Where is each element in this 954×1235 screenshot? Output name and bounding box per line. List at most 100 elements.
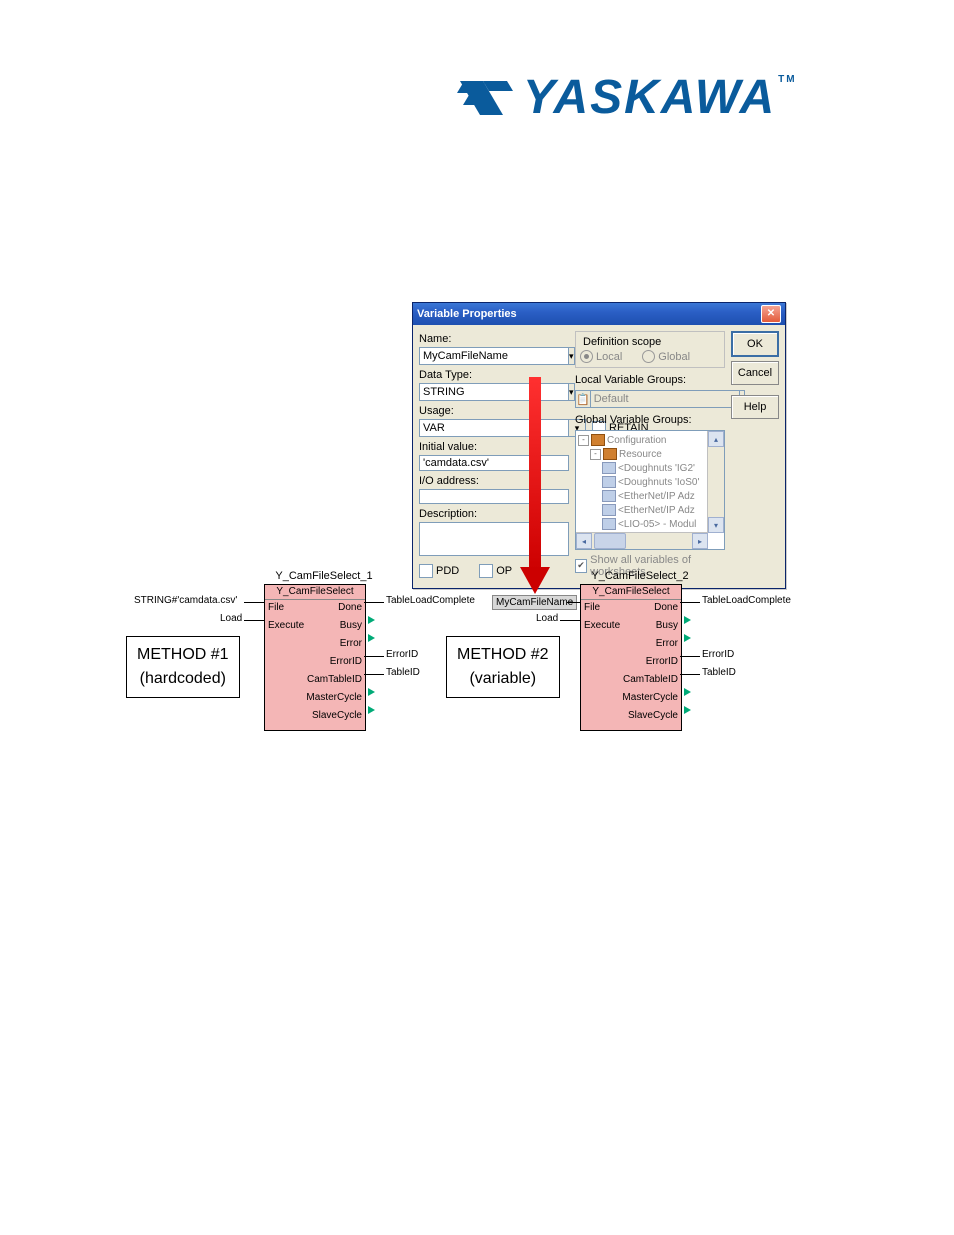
scroll-thumb[interactable] — [594, 533, 626, 549]
method1-annotation: METHOD #1 (hardcoded) — [126, 636, 240, 698]
green-arrow-icon — [684, 616, 691, 624]
instance-label: Y_CamFileSelect_2 — [590, 570, 690, 582]
wire — [680, 656, 700, 657]
help-button[interactable]: Help — [731, 395, 779, 419]
port-execute: Execute — [584, 620, 620, 631]
name-dropdown-icon[interactable] — [569, 347, 575, 365]
method1-title: METHOD #1 — [137, 643, 229, 667]
tree-item[interactable]: <Doughnuts 'IoS0' — [618, 477, 699, 488]
cancel-button[interactable]: Cancel — [731, 361, 779, 385]
item-icon — [602, 476, 616, 488]
close-icon[interactable]: ✕ — [761, 305, 781, 323]
wire — [364, 602, 384, 603]
item-icon — [602, 504, 616, 516]
datatype-input[interactable] — [419, 383, 569, 401]
variable-properties-dialog: Variable Properties ✕ Name: Data Type: U… — [412, 302, 786, 589]
local-group-input — [590, 390, 740, 408]
method2-title: METHOD #2 — [457, 643, 549, 667]
scope-global-label: Global — [658, 351, 690, 363]
logo-icon — [455, 73, 515, 123]
initial-value-input[interactable] — [419, 455, 569, 471]
port-error: Error — [656, 638, 678, 649]
tree-item[interactable]: <LIO-05> - Modul — [618, 519, 696, 530]
port-slavecycle: SlaveCycle — [312, 710, 362, 721]
port-done: Done — [338, 602, 362, 613]
port-error: Error — [340, 638, 362, 649]
green-arrow-icon — [684, 688, 691, 696]
tree-scrollbar-horizontal[interactable]: ◂ ▸ — [576, 532, 708, 549]
scroll-right-icon[interactable]: ▸ — [692, 533, 708, 549]
tree-item[interactable]: <EtherNet/IP Adz — [618, 491, 695, 502]
io-label: I/O address: — [419, 475, 569, 487]
wire — [680, 674, 700, 675]
green-arrow-icon — [368, 616, 375, 624]
green-arrow-icon — [368, 634, 375, 642]
description-textarea[interactable] — [419, 522, 569, 556]
method1-sub: (hardcoded) — [137, 667, 229, 691]
wire — [560, 620, 580, 621]
scope-global-radio[interactable] — [642, 350, 655, 363]
tree-scrollbar-vertical[interactable]: ▴ ▾ — [707, 431, 724, 533]
green-arrow-icon — [368, 706, 375, 714]
port-file: File — [584, 602, 600, 613]
ok-button[interactable]: OK — [731, 331, 779, 357]
tree-item[interactable]: <Doughnuts 'IG2' — [618, 463, 695, 474]
port-busy: Busy — [340, 620, 362, 631]
datatype-label: Data Type: — [419, 369, 569, 381]
wire-label-done: TableLoadComplete — [702, 595, 791, 606]
method2-sub: (variable) — [457, 667, 549, 691]
wire-label-errorid: ErrorID — [386, 649, 418, 660]
scroll-left-icon[interactable]: ◂ — [576, 533, 592, 549]
name-input[interactable] — [419, 347, 569, 365]
fb-type-label: Y_CamFileSelect — [265, 585, 365, 600]
item-icon — [602, 490, 616, 502]
port-done: Done — [654, 602, 678, 613]
instance-label: Y_CamFileSelect_1 — [274, 570, 374, 582]
wire — [244, 602, 264, 603]
port-slavecycle: SlaveCycle — [628, 710, 678, 721]
global-groups-label: Global Variable Groups: — [575, 414, 725, 426]
green-arrow-icon — [368, 688, 375, 696]
usage-input[interactable] — [419, 419, 569, 437]
scope-local-radio[interactable] — [580, 350, 593, 363]
usage-label: Usage: — [419, 405, 569, 417]
datatype-dropdown-icon[interactable] — [569, 383, 575, 401]
port-camtableid: CamTableID — [307, 674, 362, 685]
port-file: File — [268, 602, 284, 613]
logo-text: YASKAWA — [523, 70, 776, 125]
titlebar[interactable]: Variable Properties ✕ — [413, 303, 785, 325]
port-execute: Execute — [268, 620, 304, 631]
scroll-up-icon[interactable]: ▴ — [708, 431, 724, 447]
variable-reference[interactable]: MyCamFileName — [492, 595, 577, 610]
wire-label-done: TableLoadComplete — [386, 595, 475, 606]
arrow-annotation — [525, 377, 545, 594]
port-camtableid: CamTableID — [623, 674, 678, 685]
port-errorid: ErrorID — [330, 656, 362, 667]
group-icon: 📋 — [575, 390, 590, 408]
folder-icon — [603, 448, 617, 460]
name-label: Name: — [419, 333, 569, 345]
port-mastercycle: MasterCycle — [306, 692, 362, 703]
io-address-input[interactable] — [419, 489, 569, 505]
wire — [567, 602, 580, 603]
scope-title: Definition scope — [580, 336, 664, 348]
wire-label-errorid: ErrorID — [702, 649, 734, 660]
wire — [680, 602, 700, 603]
collapse-icon[interactable]: - — [590, 449, 601, 460]
item-icon — [602, 462, 616, 474]
item-icon — [602, 518, 616, 530]
collapse-icon[interactable]: - — [578, 435, 589, 446]
function-block-1[interactable]: Y_CamFileSelect File Execute Done Busy E… — [264, 584, 366, 731]
tree-root: Configuration — [607, 435, 666, 446]
function-block-2[interactable]: Y_CamFileSelect File Execute Done Busy E… — [580, 584, 682, 731]
global-groups-tree[interactable]: -Configuration -Resource <Doughnuts 'IG2… — [575, 430, 725, 550]
wire — [244, 620, 264, 621]
logo: YASKAWA TM — [455, 70, 797, 125]
wire-label-load: Load — [220, 613, 242, 624]
tree-item[interactable]: <EtherNet/IP Adz — [618, 505, 695, 516]
scroll-down-icon[interactable]: ▾ — [708, 517, 724, 533]
definition-scope-group: Definition scope Local Global — [575, 331, 725, 368]
green-arrow-icon — [684, 706, 691, 714]
green-arrow-icon — [684, 634, 691, 642]
fb-type-label: Y_CamFileSelect — [581, 585, 681, 600]
